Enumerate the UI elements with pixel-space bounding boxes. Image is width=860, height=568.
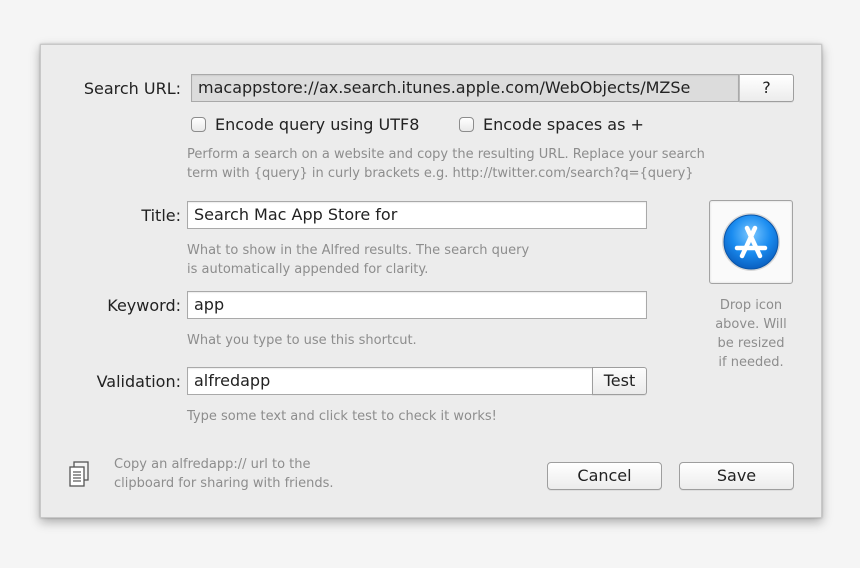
title-hint: What to show in the Alfred results. The … xyxy=(187,241,667,279)
copy-url-hint: Copy an alfredapp:// url to the clipboar… xyxy=(114,455,414,493)
icon-drop-hint: Drop icon above. Will be resized if need… xyxy=(695,296,807,372)
copy-hint-line1: Copy an alfredapp:// url to the xyxy=(114,457,311,472)
title-label: Title: xyxy=(141,206,181,225)
search-url-label: Search URL: xyxy=(83,79,181,98)
encode-utf8-label: Encode query using UTF8 xyxy=(215,114,420,134)
test-button[interactable]: Test xyxy=(592,367,647,395)
save-button[interactable]: Save xyxy=(679,462,794,490)
drop-hint-line2: above. Will xyxy=(715,317,787,332)
keyword-field[interactable]: app xyxy=(187,291,647,319)
encode-utf8-checkbox[interactable]: Encode query using UTF8 xyxy=(191,112,419,136)
url-hint: Perform a search on a website and copy t… xyxy=(187,145,797,183)
search-url-field[interactable]: macappstore://ax.search.itunes.apple.com… xyxy=(191,74,739,102)
encode-spaces-label: Encode spaces as + xyxy=(483,114,644,134)
encode-spaces-checkbox-box[interactable] xyxy=(459,116,474,132)
help-button[interactable]: ? xyxy=(739,74,794,102)
title-field[interactable]: Search Mac App Store for xyxy=(187,201,647,229)
drop-hint-line3: be resized xyxy=(717,336,785,351)
validation-field[interactable]: alfredapp xyxy=(187,367,593,395)
alfred-web-search-dialog: Search URL: macappstore://ax.search.itun… xyxy=(40,44,822,518)
title-hint-line1: What to show in the Alfred results. The … xyxy=(187,243,530,258)
url-hint-line1: Perform a search on a website and copy t… xyxy=(187,147,705,162)
encode-spaces-checkbox[interactable]: Encode spaces as + xyxy=(459,112,644,136)
url-hint-line2: term with {query} in curly brackets e.g.… xyxy=(187,166,694,181)
copy-url-button[interactable] xyxy=(67,460,91,490)
validation-label: Validation: xyxy=(96,372,181,391)
copy-clipboard-icon xyxy=(69,461,89,487)
app-store-icon xyxy=(722,213,780,271)
copy-hint-line2: clipboard for sharing with friends. xyxy=(114,476,334,491)
keyword-hint: What you type to use this shortcut. xyxy=(187,333,417,348)
cancel-button[interactable]: Cancel xyxy=(547,462,662,490)
title-hint-line2: is automatically appended for clarity. xyxy=(187,262,429,277)
drop-hint-line4: if needed. xyxy=(718,355,784,370)
validation-hint: Type some text and click test to check i… xyxy=(187,409,497,424)
drop-hint-line1: Drop icon xyxy=(719,298,783,313)
keyword-label: Keyword: xyxy=(107,296,181,315)
icon-drop-well[interactable] xyxy=(709,200,793,284)
encode-utf8-checkbox-box[interactable] xyxy=(191,116,206,132)
